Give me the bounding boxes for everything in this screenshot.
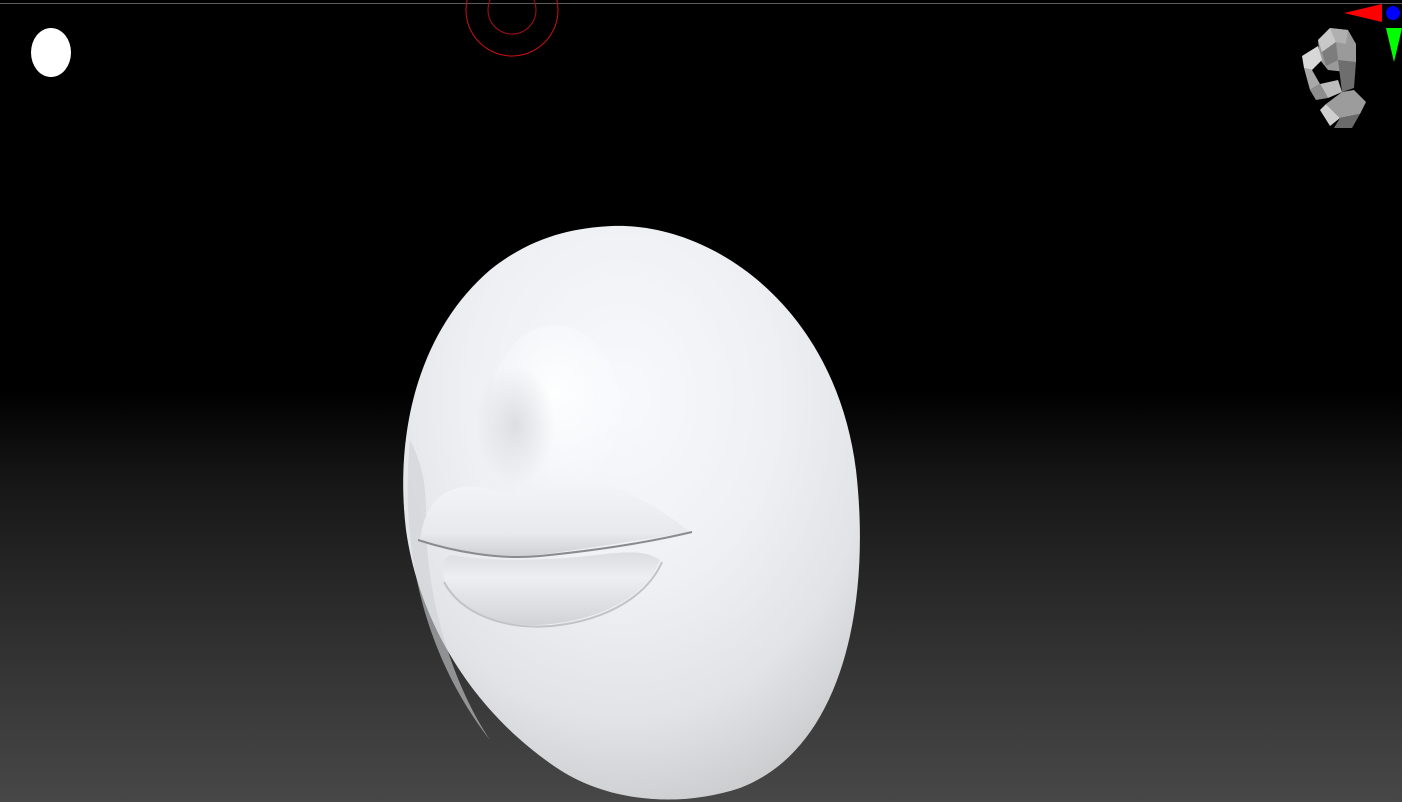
- brush-cursor-icon: [465, 0, 559, 57]
- head-icon[interactable]: [1302, 28, 1366, 128]
- cheek-shadow: [475, 365, 555, 485]
- material-indicator-dot: [31, 28, 71, 77]
- viewport-top-border: [0, 3, 1402, 4]
- sculpted-mesh[interactable]: [380, 210, 880, 802]
- x-axis-arrow-icon[interactable]: [1344, 4, 1382, 22]
- brush-inner-ring: [487, 0, 537, 35]
- brush-outer-ring: [465, 0, 559, 57]
- navigation-gizmo[interactable]: [1290, 0, 1402, 132]
- sculpt-viewport[interactable]: [0, 0, 1402, 802]
- y-axis-arrow-icon[interactable]: [1386, 28, 1402, 62]
- z-axis-dot-icon[interactable]: [1386, 6, 1400, 20]
